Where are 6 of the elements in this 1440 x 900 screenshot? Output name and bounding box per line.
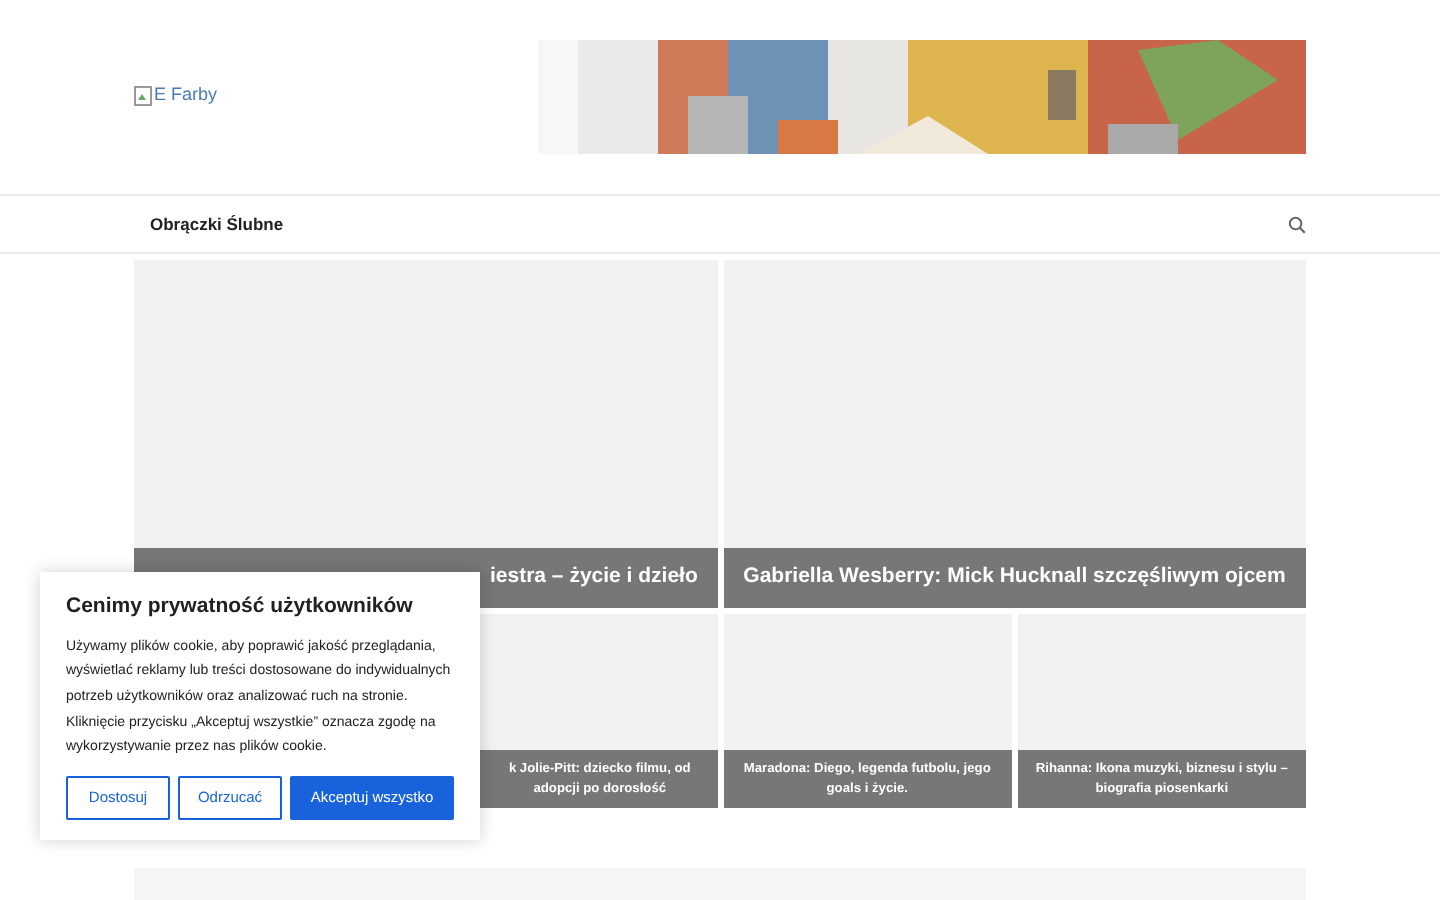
post-title[interactable]: iestra – życie i dzieło bbox=[490, 562, 698, 594]
search-icon[interactable] bbox=[1288, 215, 1306, 233]
nav-link[interactable]: Obrączki Ślubne bbox=[134, 211, 300, 237]
broken-logo-image[interactable]: E Farby bbox=[134, 81, 218, 109]
post-card[interactable]: Gabriella Wesberry: Mick Hucknall szczęśliwym ojcem bbox=[723, 260, 1306, 608]
post-title[interactable]: Gabriella Wesberry: Mick Hucknall szczęśliwym ojcem bbox=[743, 562, 1286, 594]
